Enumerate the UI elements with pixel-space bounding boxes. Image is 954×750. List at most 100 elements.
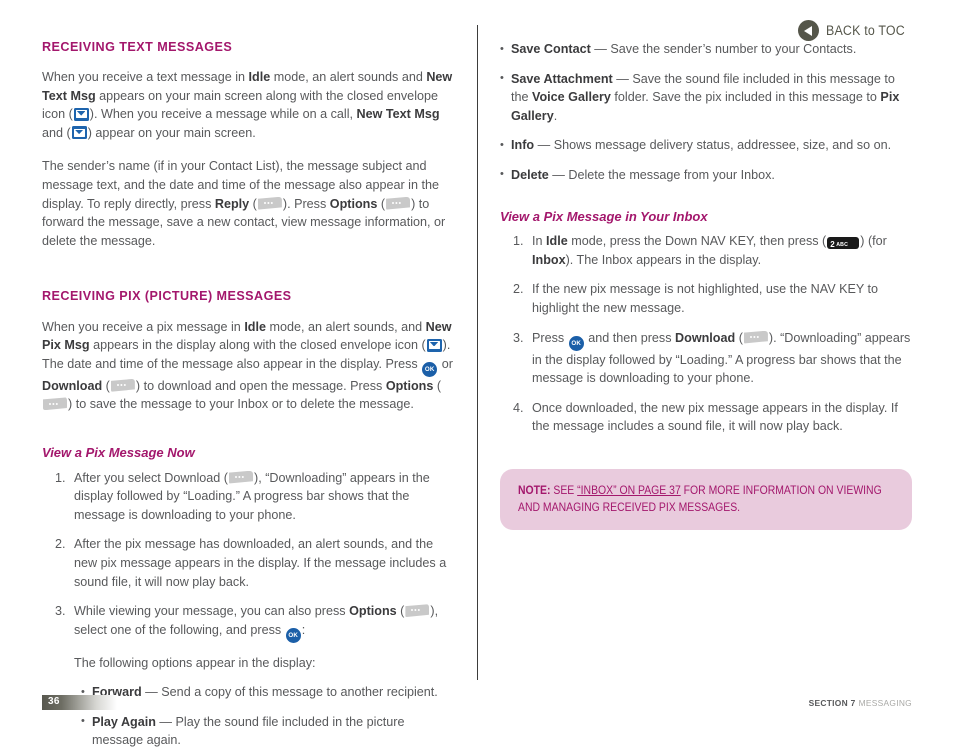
text-bold: Options bbox=[349, 604, 397, 619]
ok-key-icon: OK bbox=[285, 627, 301, 643]
text-run: ). Press bbox=[282, 196, 330, 211]
text-run: : bbox=[301, 622, 306, 637]
right-column: Save Contact — Save the sender’s number … bbox=[500, 40, 912, 530]
text-run: ( bbox=[249, 196, 257, 211]
back-to-toc-link[interactable]: BACK to TOC bbox=[798, 20, 912, 41]
paragraph-receiving-pix-1: When you receive a pix message in Idle m… bbox=[42, 318, 454, 414]
list-item: Play Again — Play the sound file include… bbox=[81, 712, 454, 750]
text-run: and then press bbox=[584, 330, 676, 345]
text-run: ) (for bbox=[860, 234, 887, 249]
key-number: 2 bbox=[830, 240, 835, 250]
list-item: Info — Shows message delivery status, ad… bbox=[500, 136, 912, 155]
text-run: and ( bbox=[42, 125, 71, 140]
text-run: appears in the display along with the cl… bbox=[89, 338, 426, 353]
text-run: ( bbox=[735, 330, 743, 345]
steps-view-pix-inbox: In Idle mode, press the Down NAV KEY, th… bbox=[500, 232, 912, 436]
text-run: When you receive a text message in bbox=[42, 70, 249, 85]
note-label: NOTE: bbox=[518, 483, 551, 497]
list-item: After you select Download (), “Downloadi… bbox=[42, 469, 454, 525]
paragraph-receiving-text-2: The sender’s name (if in your Contact Li… bbox=[42, 157, 454, 250]
list-item: Save Attachment — Save the sound file in… bbox=[500, 69, 912, 126]
section-heading-receiving-pix-messages: RECEIVING PIX (PICTURE) MESSAGES bbox=[42, 289, 292, 304]
closed-envelope-icon bbox=[73, 107, 89, 121]
step-sub-paragraph: The following options appear in the disp… bbox=[74, 655, 316, 670]
bullet-term: Save Contact bbox=[511, 42, 591, 56]
list-item: If the new pix message is not highlighte… bbox=[500, 280, 912, 317]
note-text: NOTE: SEE “INBOX” ON PAGE 37 FOR MORE IN… bbox=[518, 482, 894, 516]
soft-key-icon bbox=[743, 330, 768, 344]
text-run: ) to save the message to your Inbox or t… bbox=[68, 397, 414, 412]
text-run: folder. Save the pix included in this me… bbox=[610, 90, 881, 105]
bullet-term: Play Again bbox=[92, 714, 156, 729]
text-run: — bbox=[155, 714, 176, 729]
options-continued-bullet-list: Save Contact — Save the sender’s number … bbox=[500, 40, 912, 185]
text-run: When you receive a pix message in bbox=[42, 319, 245, 334]
page-number: 36 bbox=[48, 696, 60, 707]
note-cross-reference-link[interactable]: “INBOX” ON PAGE 37 bbox=[577, 484, 681, 497]
list-item: Forward — Send a copy of this message to… bbox=[81, 683, 454, 702]
closed-envelope-icon bbox=[426, 338, 442, 352]
text-run: or bbox=[438, 356, 453, 371]
soft-key-icon bbox=[229, 470, 253, 484]
section-heading-receiving-text-messages: RECEIVING TEXT MESSAGES bbox=[42, 40, 233, 54]
text-bold: Idle bbox=[248, 70, 271, 85]
ok-key-icon: OK bbox=[568, 335, 584, 351]
text-run: . bbox=[553, 108, 558, 123]
bullet-desc: Send a copy of this message to another r… bbox=[161, 685, 438, 700]
footer-section-label: SECTION 7 bbox=[808, 698, 856, 708]
text-run: mode, press the Down NAV KEY, then press… bbox=[567, 234, 827, 249]
list-item: Save Contact — Save the sender’s number … bbox=[500, 40, 912, 59]
text-run: — bbox=[590, 42, 611, 56]
text-run: SEE bbox=[550, 483, 578, 497]
text-run: — bbox=[534, 138, 554, 153]
text-run: While viewing your message, you can also… bbox=[74, 604, 350, 619]
text-bold: Options bbox=[329, 196, 378, 211]
text-run: — bbox=[141, 685, 162, 700]
text-run: Once downloaded, the new pix message app… bbox=[532, 400, 898, 434]
text-run: ( bbox=[102, 378, 110, 393]
text-run: ) to download and open the message. Pres… bbox=[135, 378, 386, 393]
options-bullet-list: Forward — Send a copy of this message to… bbox=[74, 683, 454, 750]
text-bold: Idle bbox=[244, 319, 267, 334]
text-run: If the new pix message is not highlighte… bbox=[532, 282, 879, 315]
text-bold: Download bbox=[675, 330, 736, 345]
ok-key-icon: OK bbox=[422, 361, 438, 377]
column-divider bbox=[477, 25, 478, 680]
text-bold: Download bbox=[42, 378, 103, 393]
soft-key-icon bbox=[386, 196, 411, 210]
text-bold: Reply bbox=[214, 196, 250, 211]
text-run: ( bbox=[396, 604, 405, 619]
bullet-term: Save Attachment bbox=[511, 71, 613, 86]
manual-page: BACK to TOC RECEIVING TEXT MESSAGES When… bbox=[0, 0, 954, 747]
list-item: While viewing your message, you can also… bbox=[42, 602, 454, 750]
text-run: — bbox=[548, 167, 569, 182]
key-2-abc-icon: 2 ABC bbox=[827, 237, 860, 250]
footer-section-info: SECTION 7 MESSAGING bbox=[809, 698, 912, 708]
text-bold: Idle bbox=[546, 234, 568, 249]
soft-key-icon bbox=[110, 378, 135, 392]
note-callout: NOTE: SEE “INBOX” ON PAGE 37 FOR MORE IN… bbox=[500, 468, 912, 530]
text-run: mode, an alert sounds, and bbox=[266, 319, 426, 334]
list-item: After the pix message has downloaded, an… bbox=[42, 535, 454, 591]
text-bold: Options bbox=[385, 378, 434, 393]
text-run: In bbox=[532, 234, 547, 249]
footer-section-name: MESSAGING bbox=[858, 698, 912, 708]
text-bold: New Text Msg bbox=[356, 107, 440, 122]
back-arrow-icon bbox=[798, 20, 820, 41]
text-run: ( bbox=[377, 196, 386, 211]
soft-key-icon bbox=[257, 196, 282, 210]
bullet-desc: Shows message delivery status, addressee… bbox=[553, 138, 892, 153]
subheading-view-pix-message-inbox: View a Pix Message in Your Inbox bbox=[500, 208, 708, 224]
text-run: ). The Inbox appears in the display. bbox=[565, 252, 762, 267]
bullet-desc: Save the sender’s number to your Contact… bbox=[610, 42, 857, 56]
text-run: mode, an alert sounds and bbox=[270, 70, 427, 85]
text-run: — bbox=[612, 71, 633, 86]
text-run: ) appear on your main screen. bbox=[87, 125, 256, 140]
list-item: Delete — Delete the message from your In… bbox=[500, 165, 912, 185]
soft-key-icon bbox=[405, 604, 430, 618]
key-letters: ABC bbox=[836, 242, 849, 249]
text-bold: Voice Gallery bbox=[532, 90, 611, 105]
text-run: After the pix message has downloaded, an… bbox=[74, 537, 447, 589]
